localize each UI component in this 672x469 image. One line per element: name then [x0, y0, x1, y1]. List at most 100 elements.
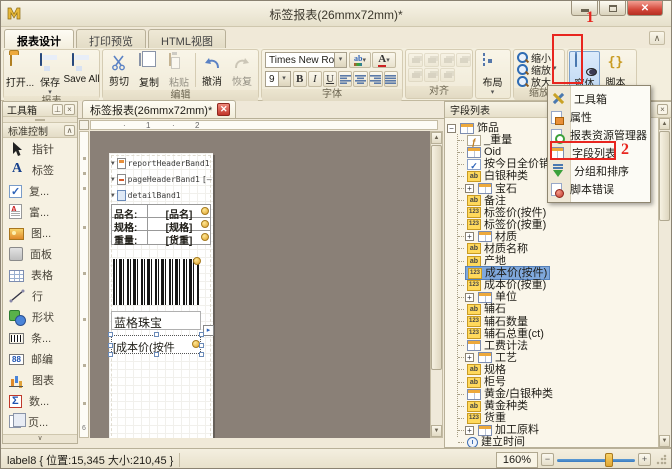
collapse-band-icon[interactable]: ▼ — [111, 160, 115, 167]
company-label-element[interactable]: 蓝格珠宝 — [111, 311, 201, 330]
save-all-button[interactable]: Save All — [65, 51, 98, 95]
scroll-up-icon[interactable]: ▲ — [431, 132, 442, 144]
document-tab[interactable]: 标签报表(26mmx72mm)* ✕ — [82, 100, 236, 118]
align-tool-button[interactable] — [424, 53, 439, 67]
resize-handle[interactable] — [199, 332, 204, 337]
expand-icon[interactable]: + — [465, 232, 474, 241]
field-item-10[interactable]: 材质名称 — [447, 243, 657, 255]
tab-html-view[interactable]: HTML视图 — [148, 29, 226, 48]
menu-item-fieldlist[interactable]: 字段列表 — [548, 144, 650, 162]
scrollbar-thumb[interactable] — [659, 131, 670, 221]
field-item-17[interactable]: 辅石总重(ct) — [447, 328, 657, 340]
close-button[interactable]: ✕ — [627, 1, 663, 16]
tab-report-design[interactable]: 报表设计 — [4, 29, 74, 48]
toolbox-item-check[interactable]: 复... — [3, 180, 77, 201]
field-item-20[interactable]: 规格 — [447, 364, 657, 376]
align-tool-button[interactable] — [456, 53, 471, 67]
save-button[interactable]: 保存 ▾ — [35, 51, 65, 95]
expand-icon[interactable]: + — [465, 426, 474, 435]
canvas-vertical-scrollbar[interactable]: ▲ ▼ — [430, 131, 443, 438]
field-item-7[interactable]: 标签价(按件) — [447, 207, 657, 219]
field-item-15[interactable]: 辅石 — [447, 303, 657, 315]
field-item-13[interactable]: 成本价(按重) — [447, 279, 657, 291]
toolbox-item-panel[interactable]: 面板 — [3, 243, 77, 264]
toolbox-item-zip[interactable]: 邮编 — [3, 348, 77, 369]
align-right-button[interactable] — [369, 71, 383, 87]
resize-handle[interactable] — [154, 332, 159, 337]
menu-item-scripterror[interactable]: 脚本错误 — [548, 180, 650, 198]
toolbox-scroll-down[interactable]: ∨ — [3, 434, 77, 443]
field-item-18[interactable]: 工费计法 — [447, 340, 657, 352]
font-family-select[interactable]: Times New Roman ▾ — [265, 52, 347, 68]
table-row[interactable]: 重量: [货重] — [112, 231, 210, 244]
cut-button[interactable]: 剪切 — [104, 51, 134, 89]
expand-icon[interactable]: + — [465, 353, 474, 362]
field-item-24[interactable]: 货重 — [447, 412, 657, 424]
smart-tag-button[interactable]: ▸ — [203, 325, 214, 336]
font-color-button[interactable]: A▾ — [372, 52, 396, 68]
table-row[interactable]: 品名: [品名] — [112, 205, 210, 218]
collapse-band-icon[interactable]: ▼ — [111, 192, 115, 199]
toolbox-item-line[interactable]: 行 — [3, 285, 77, 306]
toolbox-splitter[interactable] — [3, 117, 77, 123]
field-item-19[interactable]: +工艺 — [447, 352, 657, 364]
open-button[interactable]: 打开... — [5, 51, 35, 95]
field-item-12[interactable]: 成本价(按件) — [447, 267, 657, 279]
copy-button[interactable]: 复制 — [134, 51, 164, 89]
toolbox-item-label[interactable]: 标签 — [3, 159, 77, 180]
align-left-button[interactable] — [338, 71, 352, 87]
align-center-button[interactable] — [353, 71, 367, 87]
resize-handle[interactable] — [199, 343, 204, 348]
collapse-band-icon[interactable]: ▼ — [111, 176, 115, 183]
scroll-up-icon[interactable]: ▲ — [659, 118, 670, 130]
field-item-25[interactable]: +加工原料 — [447, 424, 657, 436]
collapse-icon[interactable]: − — [447, 124, 456, 133]
collapse-section-icon[interactable]: ∧ — [64, 125, 75, 136]
zoom-slider-thumb[interactable] — [605, 453, 613, 467]
tab-print-preview[interactable]: 打印预览 — [76, 29, 146, 48]
band-report-header[interactable]: ▼ reportHeaderBand1 [ — [111, 156, 213, 170]
collapse-ribbon-button[interactable]: ∧ — [649, 31, 665, 45]
scroll-down-icon[interactable]: ▼ — [431, 425, 442, 437]
scrollbar-thumb[interactable] — [431, 145, 442, 370]
align-tool-button[interactable] — [408, 53, 423, 67]
pin-icon[interactable]: ⊥ — [52, 104, 63, 115]
toolbox-item-pic[interactable]: 图... — [3, 222, 77, 243]
resize-handle[interactable] — [108, 343, 113, 348]
close-field-list-icon[interactable]: × — [657, 104, 668, 115]
field-item-8[interactable]: 标签价(按重) — [447, 219, 657, 231]
toolbox-item-shape[interactable]: 形状 — [3, 306, 77, 327]
expand-icon[interactable]: + — [465, 293, 474, 302]
toolbox-item-barcode[interactable]: 条... — [3, 327, 77, 348]
band-page-header[interactable]: ▼ pageHeaderBand1 [— — [111, 172, 213, 186]
font-size-select[interactable]: 9 ▾ — [265, 71, 291, 87]
barcode-element[interactable] — [113, 259, 199, 305]
paste-button[interactable]: 粘贴 — [164, 51, 194, 89]
toolbox-item-table[interactable]: 表格 — [3, 264, 77, 285]
expand-icon[interactable]: + — [465, 184, 474, 193]
field-item-23[interactable]: 黄金种类 — [447, 400, 657, 412]
zoom-slider[interactable] — [557, 453, 635, 467]
resize-handle[interactable] — [199, 352, 204, 357]
italic-button[interactable]: I — [308, 71, 322, 87]
field-item-14[interactable]: +单位 — [447, 291, 657, 303]
underline-button[interactable]: U — [323, 71, 337, 87]
field-item-26[interactable]: 建立时间 — [447, 436, 657, 447]
align-tool-button[interactable] — [440, 53, 455, 67]
highlight-color-button[interactable]: ab▾ — [349, 52, 371, 68]
selected-field-element[interactable]: [成本价(按件 — [111, 335, 201, 354]
maximize-button[interactable] — [599, 1, 626, 16]
menu-item-explorer[interactable]: 报表资源管理器 — [548, 126, 650, 144]
resize-handle[interactable] — [108, 332, 113, 337]
align-justify-button[interactable] — [384, 71, 398, 87]
resize-handle[interactable] — [154, 352, 159, 357]
toolbox-item-pointer[interactable]: 指针 — [3, 138, 77, 159]
table-cell-value[interactable]: [货重] — [148, 231, 210, 244]
menu-item-groupsort[interactable]: 分组和排序 — [548, 162, 650, 180]
align-tool-button[interactable] — [440, 68, 455, 82]
band-detail[interactable]: ▼ detailBand1 — [111, 188, 213, 202]
align-tool-button[interactable] — [408, 68, 423, 82]
zoom-plus-button[interactable]: + — [638, 453, 651, 466]
field-item-21[interactable]: 柜号 — [447, 376, 657, 388]
toolbox-item-pages[interactable]: 页... — [3, 411, 77, 432]
